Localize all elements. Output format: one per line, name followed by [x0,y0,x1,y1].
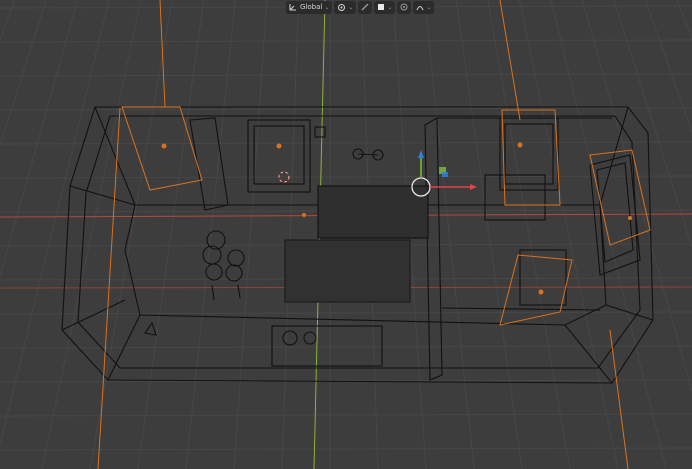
grid-line [0,0,110,447]
chair [205,263,223,281]
plant-pot [144,321,157,336]
chevron-down-icon: ⌄ [324,3,330,11]
room-wireframe[interactable] [61,106,654,384]
chevron-down-icon: ⌄ [348,3,354,11]
counter-right [519,249,567,306]
speaker [303,331,317,345]
chevron-down-icon: ⌄ [387,3,393,11]
grid-line [0,107,692,111]
rug [284,239,411,303]
viewport-header-toolbar: Global ⌄ ⌄ ⌄ ⌄ [286,0,435,14]
pivot-point-icon [338,3,346,11]
table-leg [237,284,241,299]
frame [357,153,379,156]
wall-edge [564,324,613,384]
wall-edge [69,185,136,206]
window-right [499,117,559,191]
speaker [282,330,298,346]
wall-edge [441,307,601,311]
light-dot[interactable] [628,216,632,220]
grid-line [645,0,692,134]
grid-line [0,447,692,451]
grid-line [233,0,268,469]
chevron-down-icon: ⌄ [426,3,432,11]
proportional-editing-toggle[interactable] [397,0,412,14]
falloff-icon [416,6,424,11]
grid-line [0,39,692,43]
light-dot[interactable] [302,213,306,217]
snap-target-dropdown[interactable]: ⌄ [374,0,396,14]
light-dot[interactable] [161,143,167,149]
grid-line [487,0,571,469]
grid-line [613,0,692,249]
grid-line [137,0,205,469]
gizmo-plane-handle[interactable] [442,172,448,177]
pivot-point-dropdown[interactable]: ⌄ [334,0,357,14]
3d-viewport-wireframe[interactable] [0,0,692,469]
wall-clock [314,126,326,138]
grid-line [0,345,692,349]
light-ray [97,107,121,469]
area-light-floor[interactable] [499,254,573,326]
grid-line [0,413,692,417]
grid-line [676,0,692,40]
proportional-falloff-dropdown[interactable]: ⌄ [413,0,435,14]
sofa [317,185,429,239]
grid-line [0,141,692,145]
transform-orientation-icon [289,4,296,11]
grid-line [0,73,692,77]
light-dot[interactable] [517,142,523,148]
transform-orientation-dropdown[interactable]: Global ⌄ [286,0,333,14]
light-ray [159,0,166,108]
gizmo-x-arrow-icon[interactable] [470,184,477,190]
table-leg [211,284,215,301]
chair [225,264,243,282]
chair [227,249,245,267]
grid-line [424,0,475,469]
snap-toggle-icon [361,3,369,11]
partition-wall [424,117,443,381]
shelf-right [484,174,546,221]
gizmo-z-arrow-icon[interactable] [418,150,424,158]
bicycle [352,148,384,161]
tv-stand [271,325,383,367]
light-ray [499,0,521,121]
light-dot[interactable] [538,289,544,295]
grid-line [281,0,299,469]
transform-orientation-label: Global [300,2,323,11]
grid-line [0,0,47,148]
grid-line [185,0,236,469]
light-dot[interactable] [276,143,282,149]
chair [202,245,222,265]
door-left [189,117,229,211]
snap-target-icon [378,4,385,10]
dining-set [202,230,245,301]
proportional-editing-icon [400,3,408,11]
snap-toggle[interactable] [358,0,373,14]
